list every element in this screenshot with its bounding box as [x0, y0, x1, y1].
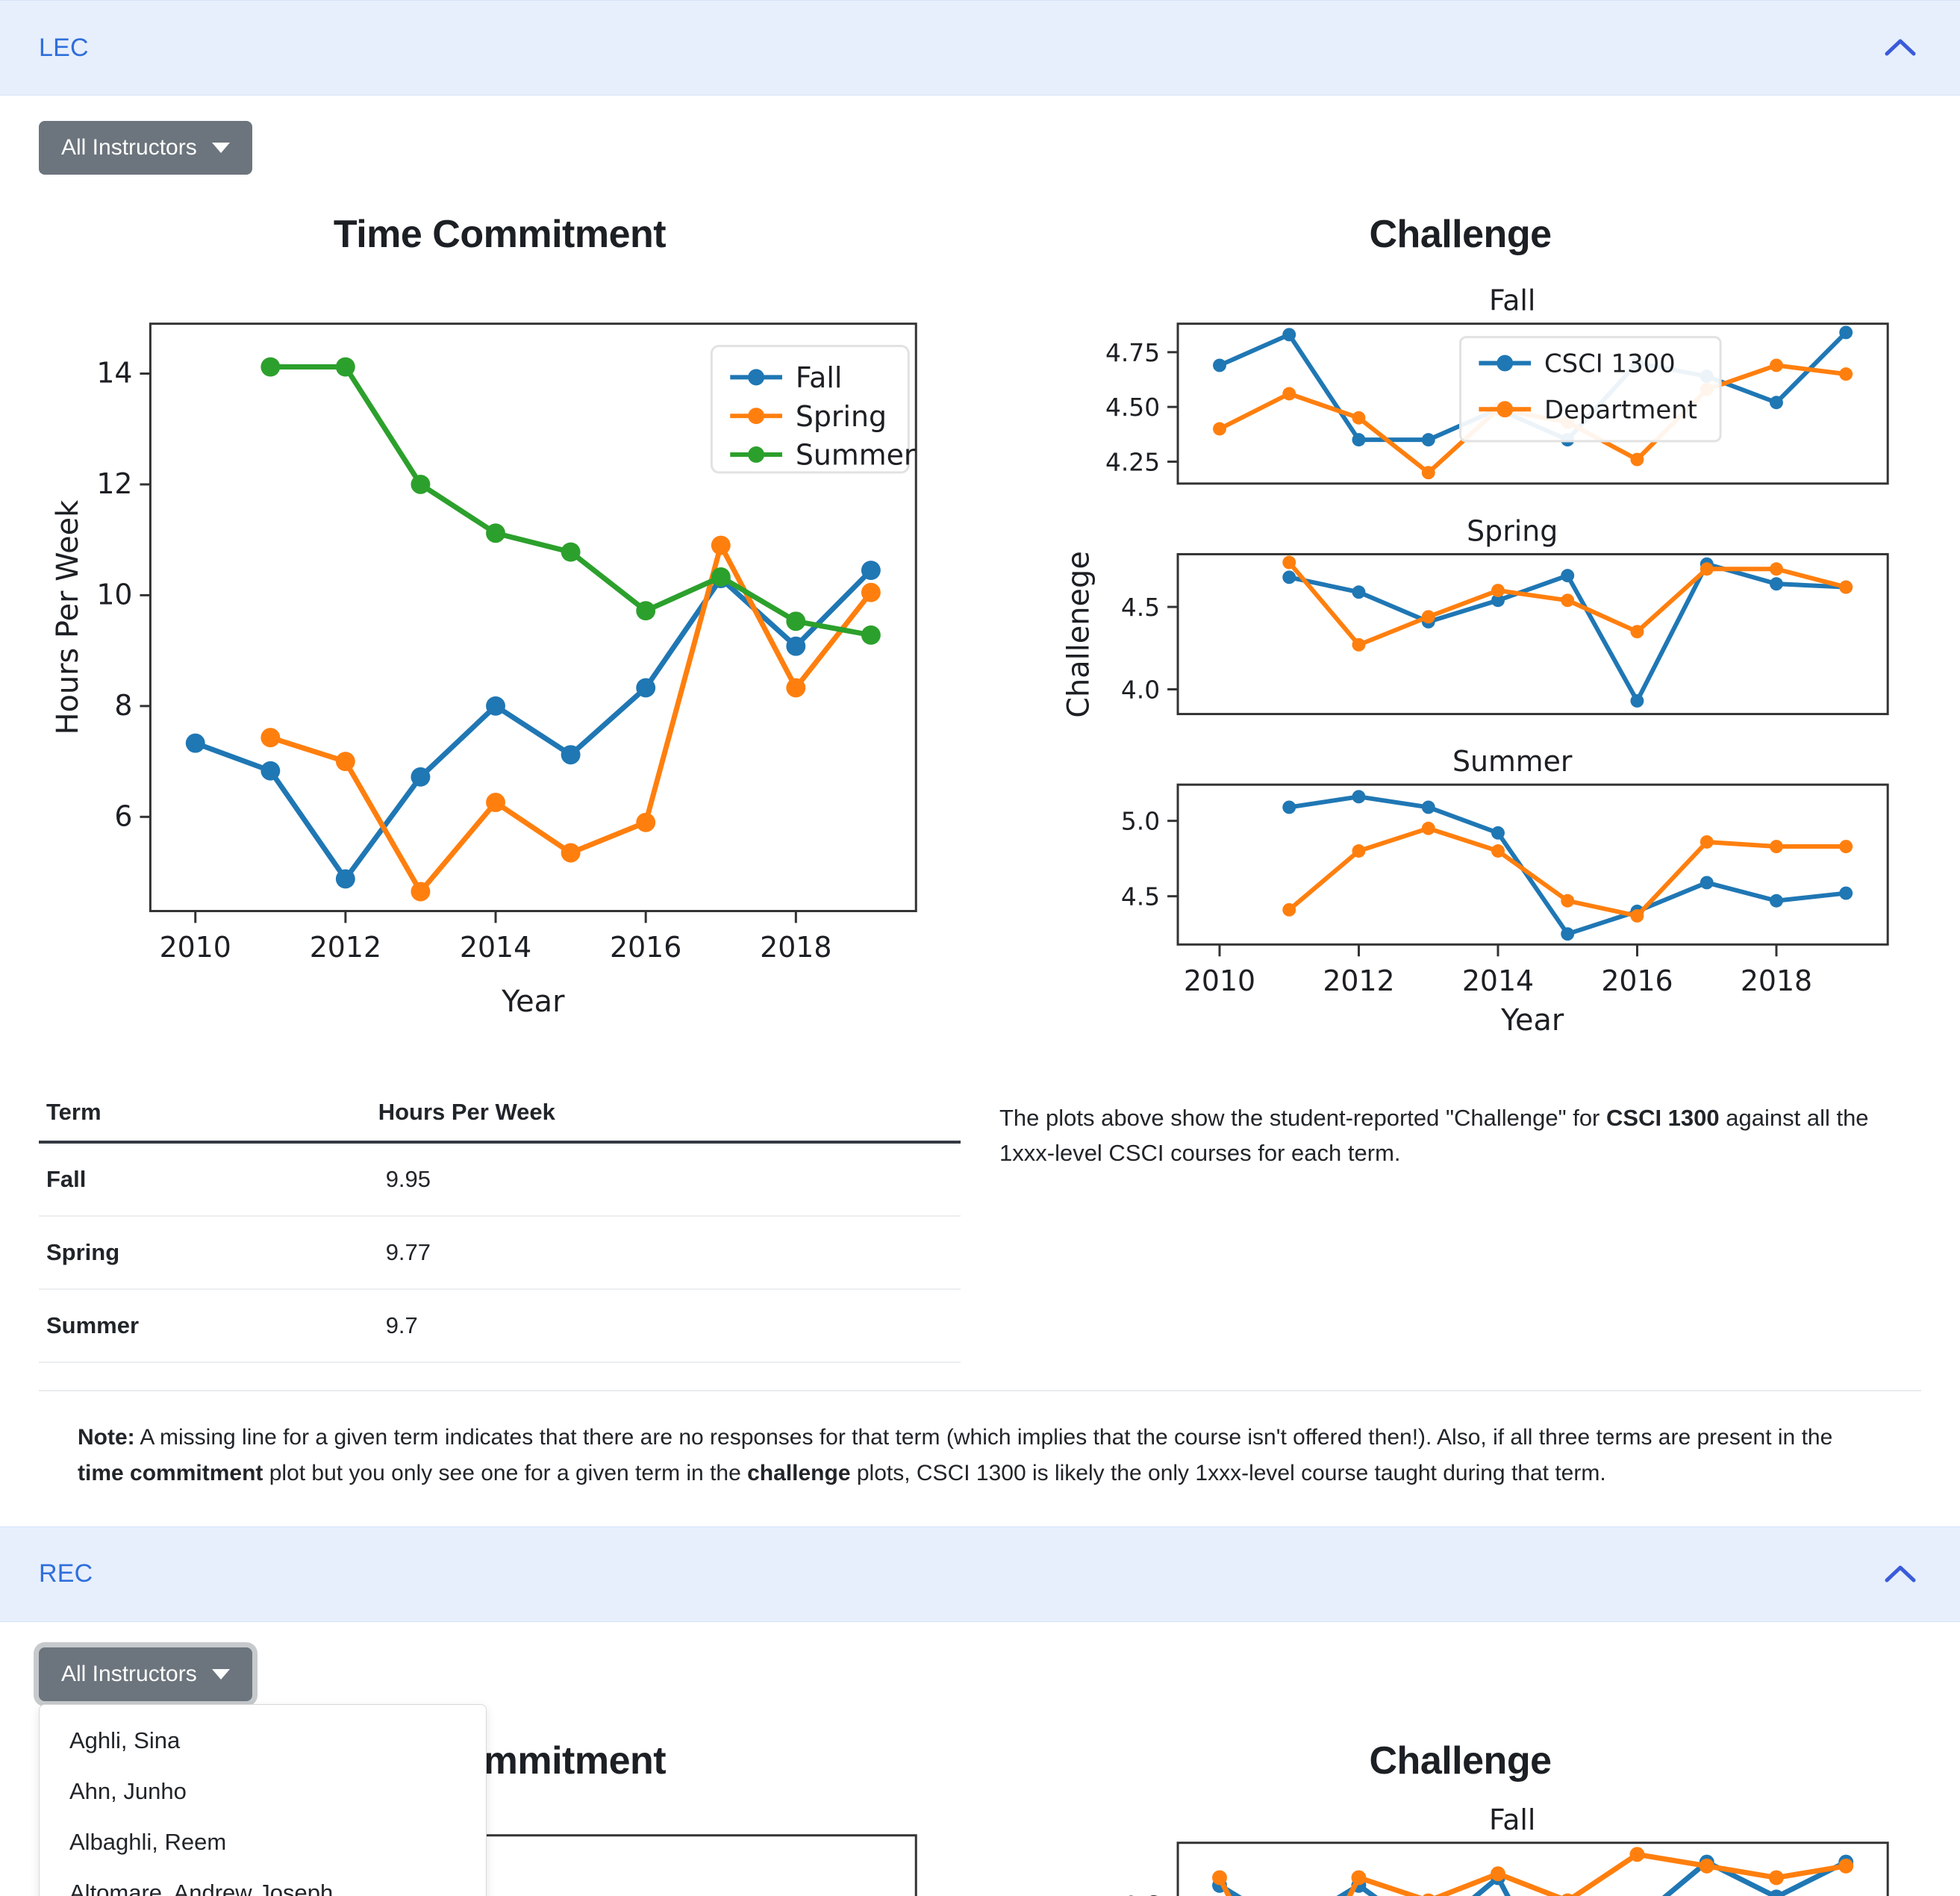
dropdown-item[interactable]: Aghli, Sina: [40, 1715, 486, 1766]
note-text-b: plot but you only see one for a given te…: [263, 1461, 748, 1486]
instructor-dropdown-menu[interactable]: Aghli, Sina Ahn, Junho Albaghli, Reem Al…: [39, 1703, 487, 1896]
svg-text:14: 14: [96, 356, 132, 389]
cell-hours: 9.7: [378, 1288, 961, 1363]
svg-text:2018: 2018: [760, 931, 831, 964]
rec-challenge-fall-title: Fall: [1489, 1803, 1536, 1836]
instructor-dropdown-rec: All Instructors Aghli, Sina Ahn, Junho A…: [39, 1647, 487, 1896]
section-body-lec: All Instructors Time Commitment 6 8 10 12 14…: [0, 96, 1960, 1527]
rec-challenge-svg: Fall 4.44.6 CSCI 1300Department Spring: [1121, 1803, 1889, 1896]
cell-term: Summer: [39, 1288, 378, 1363]
caret-down-icon: [211, 143, 230, 153]
svg-text:Summer: Summer: [796, 439, 916, 472]
svg-text:4.6: 4.6: [1121, 1890, 1160, 1896]
instructor-dropdown-lec: All Instructors: [39, 121, 252, 175]
svg-text:4.5: 4.5: [1121, 882, 1160, 911]
instructor-dropdown-button-lec[interactable]: All Instructors: [39, 121, 252, 175]
note-bold-b: challenge: [747, 1461, 851, 1486]
rec-challenge-chart: Fall 4.44.6 CSCI 1300Department Spring: [999, 1791, 1921, 1896]
chevron-up-icon[interactable]: [1879, 1553, 1921, 1595]
svg-text:6: 6: [114, 799, 132, 832]
note-label: Note:: [78, 1424, 135, 1450]
svg-text:2010: 2010: [160, 931, 231, 964]
table-row: Spring 9.77: [39, 1215, 961, 1290]
dropdown-item[interactable]: Ahn, Junho: [40, 1766, 486, 1817]
svg-text:2012: 2012: [1323, 964, 1394, 997]
svg-text:4.50: 4.50: [1105, 393, 1160, 422]
dropdown-item[interactable]: Albaghli, Reem: [40, 1817, 486, 1868]
note-bold-a: time commitment: [78, 1461, 263, 1486]
svg-text:2016: 2016: [1601, 964, 1673, 997]
lec-time-commitment-svg: 6 8 10 12 14 2010 2012 2014 2016 2018 Fall Spring…: [51, 322, 917, 1019]
svg-text:Spring: Spring: [796, 400, 887, 433]
section-body-rec: Time Commitment Challenge Fall 4.44.6: [0, 1621, 1960, 1896]
lec-charts-row: Time Commitment 6 8 10 12 14 2010 2012 2014 201…: [39, 193, 1921, 1363]
lec-ch-ylabel: Challenege: [1062, 551, 1096, 718]
lec-left-column: Time Commitment 6 8 10 12 14 2010 2012 2014 201…: [39, 193, 980, 1363]
lec-tc-ylabel: Hours Per Week: [51, 500, 85, 735]
cell-hours: 9.95: [378, 1141, 961, 1217]
dropdown-item[interactable]: Altomare, Andrew Joseph: [40, 1868, 486, 1896]
lec-tc-xlabel: Year: [501, 985, 565, 1019]
svg-text:2010: 2010: [1184, 964, 1255, 997]
svg-text:Fall: Fall: [796, 361, 842, 394]
section-header-rec[interactable]: REC: [0, 1526, 1960, 1622]
section-title-rec: REC: [39, 1559, 93, 1588]
lec-challenge-svg: Fall 4.25 4.50 4.75 CSCI 1300 Department Sp…: [1062, 284, 1889, 1038]
svg-text:2014: 2014: [1462, 964, 1534, 997]
section-header-lec[interactable]: LEC: [0, 0, 1960, 96]
svg-text:5.0: 5.0: [1121, 807, 1160, 836]
instructor-dropdown-button-rec[interactable]: All Instructors: [39, 1647, 252, 1701]
lec-challenge-chart: Fall 4.25 4.50 4.75 CSCI 1300 Department Sp…: [999, 264, 1921, 1082]
lec-challenge-summer-title: Summer: [1452, 745, 1573, 778]
svg-text:4.5: 4.5: [1121, 593, 1160, 622]
svg-text:2016: 2016: [610, 931, 681, 964]
desc-part-a: The plots above show the student-reporte…: [999, 1104, 1606, 1131]
desc-course-code: CSCI 1300: [1606, 1104, 1720, 1131]
note-text-c: plots, CSCI 1300 is likely the only 1xxx…: [850, 1461, 1606, 1486]
rec-challenge-title: Challenge: [1369, 1738, 1552, 1783]
table-row: Fall 9.95: [39, 1141, 961, 1217]
svg-text:2012: 2012: [310, 931, 381, 964]
svg-text:8: 8: [114, 689, 132, 722]
lec-stats-table: Term Hours Per Week Fall 9.95 Spring 9.7…: [39, 1086, 961, 1363]
cell-hours: 9.77: [378, 1215, 961, 1290]
lec-ch-xlabel: Year: [1500, 1003, 1564, 1038]
svg-text:4.25: 4.25: [1105, 447, 1160, 476]
lec-challenge-title: Challenge: [1369, 213, 1552, 256]
lec-challenge-fall-title: Fall: [1489, 284, 1536, 317]
section-title-lec: LEC: [39, 33, 89, 62]
svg-text:Department: Department: [1544, 395, 1697, 424]
svg-text:12: 12: [96, 467, 132, 500]
cell-term: Fall: [39, 1141, 378, 1217]
instructor-dropdown-label-lec: All Instructors: [61, 135, 197, 160]
svg-text:CSCI 1300: CSCI 1300: [1544, 349, 1676, 378]
table-row: Summer 9.7: [39, 1288, 961, 1363]
svg-text:2014: 2014: [460, 931, 531, 964]
lec-time-commitment-title: Time Commitment: [333, 213, 667, 256]
dashboard-page: LEC All Instructors Time Commitment 6 8 …: [0, 0, 1960, 1896]
note-text-a: A missing line for a given term indicate…: [134, 1424, 1833, 1450]
svg-text:4.75: 4.75: [1105, 338, 1160, 367]
cell-term: Spring: [39, 1215, 378, 1290]
svg-text:4.0: 4.0: [1121, 675, 1160, 704]
lec-right-column: Challenge Fall 4.25 4.50 4.75 CSCI 1300 Dep…: [980, 193, 1921, 1363]
col-header-hours: Hours Per Week: [378, 1086, 961, 1144]
caret-down-icon: [211, 1668, 230, 1680]
lec-challenge-description: The plots above show the student-reporte…: [999, 1082, 1921, 1170]
table-header-row: Term Hours Per Week: [39, 1086, 961, 1144]
instructor-dropdown-label-rec: All Instructors: [61, 1661, 197, 1686]
lec-note: Note: A missing line for a given term in…: [39, 1389, 1921, 1527]
chevron-up-icon[interactable]: [1879, 27, 1921, 69]
col-header-term: Term: [39, 1086, 378, 1144]
rec-right-column: Challenge Fall 4.44.6 CSCI 1300Departmen…: [980, 1719, 1921, 1896]
svg-text:10: 10: [96, 578, 132, 611]
lec-time-commitment-chart: 6 8 10 12 14 2010 2012 2014 2016 2018 Fall Spring…: [39, 264, 961, 1082]
lec-challenge-spring-title: Spring: [1467, 514, 1558, 547]
svg-text:2018: 2018: [1741, 964, 1812, 997]
